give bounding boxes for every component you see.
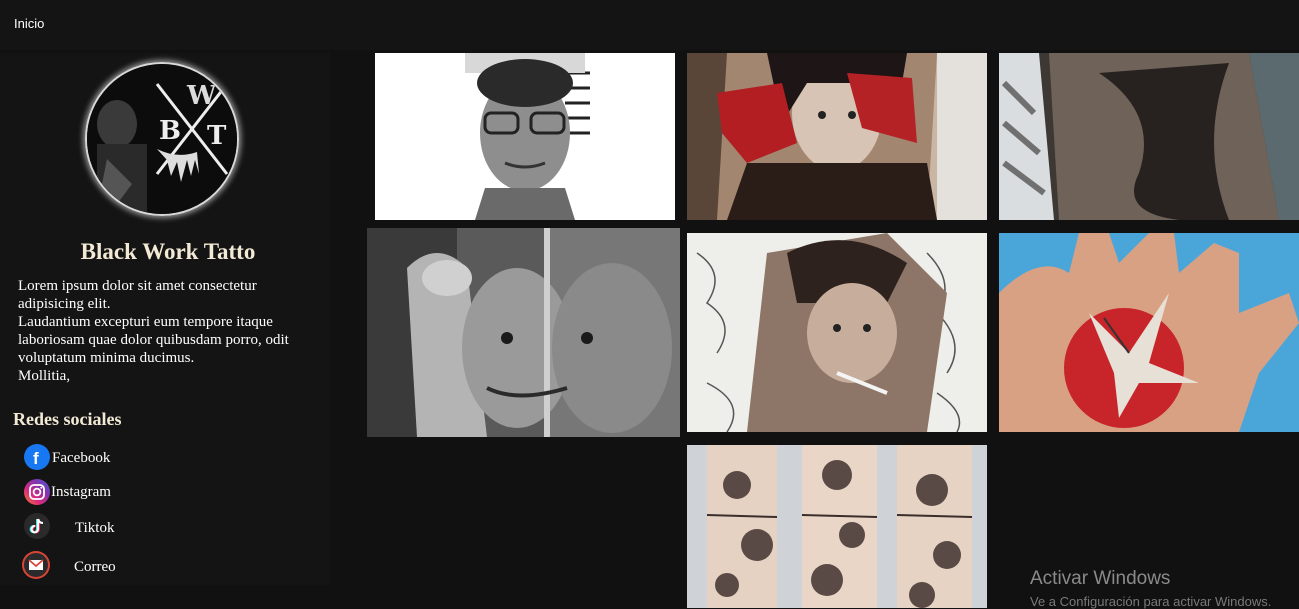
svg-text:f: f: [33, 449, 39, 468]
profile-bio: Lorem ipsum dolor sit amet consectetur a…: [18, 277, 318, 385]
windows-activation-title: Activar Windows: [1030, 568, 1171, 589]
bio-line: laboriosam quae dolor quibusdam porro, o…: [18, 332, 289, 348]
social-label: Instagram: [51, 484, 111, 500]
gallery-image-mugshot[interactable]: [375, 53, 675, 220]
top-navbar: Inicio: [0, 0, 1299, 50]
gallery-image-crane-palm[interactable]: [999, 233, 1299, 432]
gallery-image-oni-girl[interactable]: [687, 53, 987, 220]
gallery-image-split-face[interactable]: [367, 228, 680, 437]
svg-text:T: T: [207, 121, 227, 151]
bio-line: Lorem ipsum dolor sit amet consectetur: [18, 278, 257, 294]
facebook-icon: f: [24, 444, 50, 470]
bio-line: Mollitia,: [18, 368, 71, 384]
social-title: Redes sociales: [13, 409, 122, 429]
tiktok-icon: [24, 513, 50, 539]
gallery-image-anime-boy[interactable]: [687, 233, 987, 432]
bio-line: adipisicing elit.: [18, 296, 111, 312]
bio-line: voluptatum minima ducimus.: [18, 350, 195, 366]
gallery-image-floral-legs[interactable]: [687, 445, 987, 608]
bio-line: Laudantium excepturi eum tempore itaque: [18, 314, 273, 330]
instagram-icon: [24, 479, 50, 505]
brand-title: Black Work Tatto: [80, 239, 256, 264]
gallery-image-dark-arm[interactable]: [999, 53, 1299, 220]
profile-sidebar: W B T Black Work Tatto Lorem ipsum dolor…: [0, 53, 330, 585]
social-label: Facebook: [52, 450, 111, 466]
svg-text:B: B: [159, 116, 181, 146]
social-label: Correo: [74, 559, 116, 575]
windows-activation-subtitle: Ve a Configuración para activar Windows.: [1030, 594, 1272, 609]
social-label: Tiktok: [75, 520, 115, 536]
svg-text:W: W: [186, 81, 217, 111]
mail-icon: [22, 551, 50, 579]
avatar: W B T: [85, 62, 239, 216]
nav-link-inicio[interactable]: Inicio: [14, 16, 44, 31]
